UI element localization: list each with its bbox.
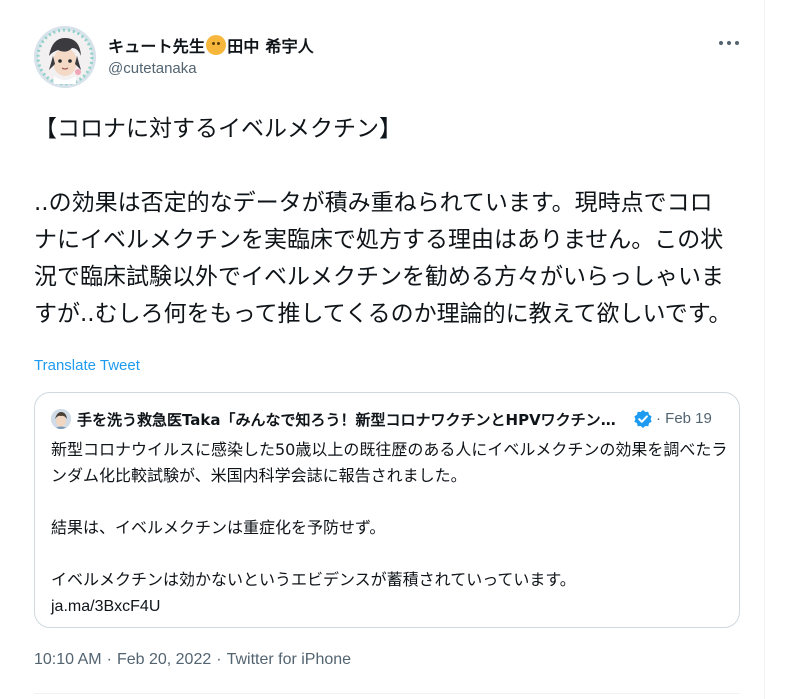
quoted-author-avatar	[51, 409, 71, 429]
verified-badge-icon	[633, 409, 653, 429]
quoted-author-name[interactable]: 手を洗う救急医Taka「みんなで知ろう！新型コロナワクチンとHPVワクチンの大切…	[77, 409, 630, 430]
quoted-tweet-body: 新型コロナウイルスに感染した50歳以上の既往歴のある人にイベルメクチンの効果を調…	[51, 440, 728, 589]
quoted-date[interactable]: · Feb 19	[656, 410, 712, 427]
meta-separator: ·	[216, 651, 222, 668]
tweet-source[interactable]: Twitter for iPhone	[227, 651, 352, 668]
tweet: キュート先生 田中 希宇人 @cutetanaka 【コロナに対するイベルメクチン…	[0, 0, 764, 699]
quoted-date-text: Feb 19	[665, 410, 712, 427]
tweet-text: 【コロナに対するイベルメクチン】 ..の効果は否定的なデータが積み重ねられていま…	[34, 116, 732, 327]
divider	[34, 693, 740, 694]
quoted-tweet-link[interactable]: ja.ma/3BxcF4U	[51, 598, 160, 615]
tweet-date[interactable]: Feb 20, 2022	[117, 651, 211, 668]
more-horizontal-icon[interactable]	[716, 36, 742, 50]
quoted-date-separator: ·	[656, 410, 661, 427]
author-name-part1: キュート先生	[108, 37, 206, 56]
tweet-metadata: 10:10 AM · Feb 20, 2022 · Twitter for iPhone	[34, 651, 351, 669]
hugging-face-emoji-icon	[206, 35, 227, 55]
author-avatar[interactable]	[34, 26, 96, 88]
author-name[interactable]: キュート先生 田中 希宇人	[108, 33, 314, 57]
translate-tweet-link[interactable]: Translate Tweet	[34, 357, 140, 374]
meta-separator: ·	[106, 651, 112, 668]
tweet-time[interactable]: 10:10 AM	[34, 651, 102, 668]
right-border	[764, 0, 765, 699]
author-name-part2: 田中 希宇人	[227, 37, 314, 56]
author-handle[interactable]: @cutetanaka	[108, 60, 197, 77]
quoted-tweet-text: 新型コロナウイルスに感染した50歳以上の既往歴のある人にイベルメクチンの効果を調…	[51, 437, 731, 620]
quoted-tweet[interactable]: 手を洗う救急医Taka「みんなで知ろう！新型コロナワクチンとHPVワクチンの大切…	[34, 392, 740, 628]
